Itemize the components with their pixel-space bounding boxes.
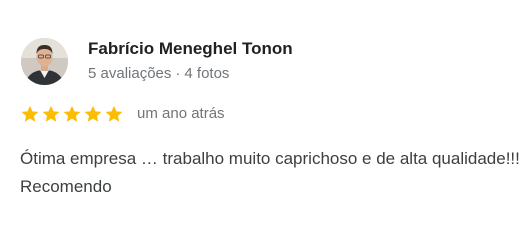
star-icon — [63, 105, 81, 122]
star-icon — [21, 105, 39, 122]
photos-count: 4 fotos — [184, 65, 230, 82]
reviews-count: 5 avaliações — [88, 65, 172, 82]
reviewer-name[interactable]: Fabrício Meneghel Tonon — [88, 38, 293, 60]
avatar-photo — [21, 38, 68, 85]
reviewer-meta: 5 avaliações · 4 fotos — [88, 64, 229, 84]
rating-row: um ano atrás — [20, 103, 225, 125]
star-icon — [42, 105, 60, 122]
review-card: Fabrício Meneghel Tonon 5 avaliações · 4 f… — [0, 0, 526, 245]
review-text: Ótima empresa … trabalho muito caprichos… — [20, 149, 520, 196]
avatar[interactable] — [21, 38, 68, 85]
meta-separator: · — [175, 65, 181, 82]
review-time: um ano atrás — [137, 105, 225, 122]
star-icon — [84, 105, 102, 122]
star-icon — [105, 105, 123, 122]
star-rating — [20, 104, 125, 124]
